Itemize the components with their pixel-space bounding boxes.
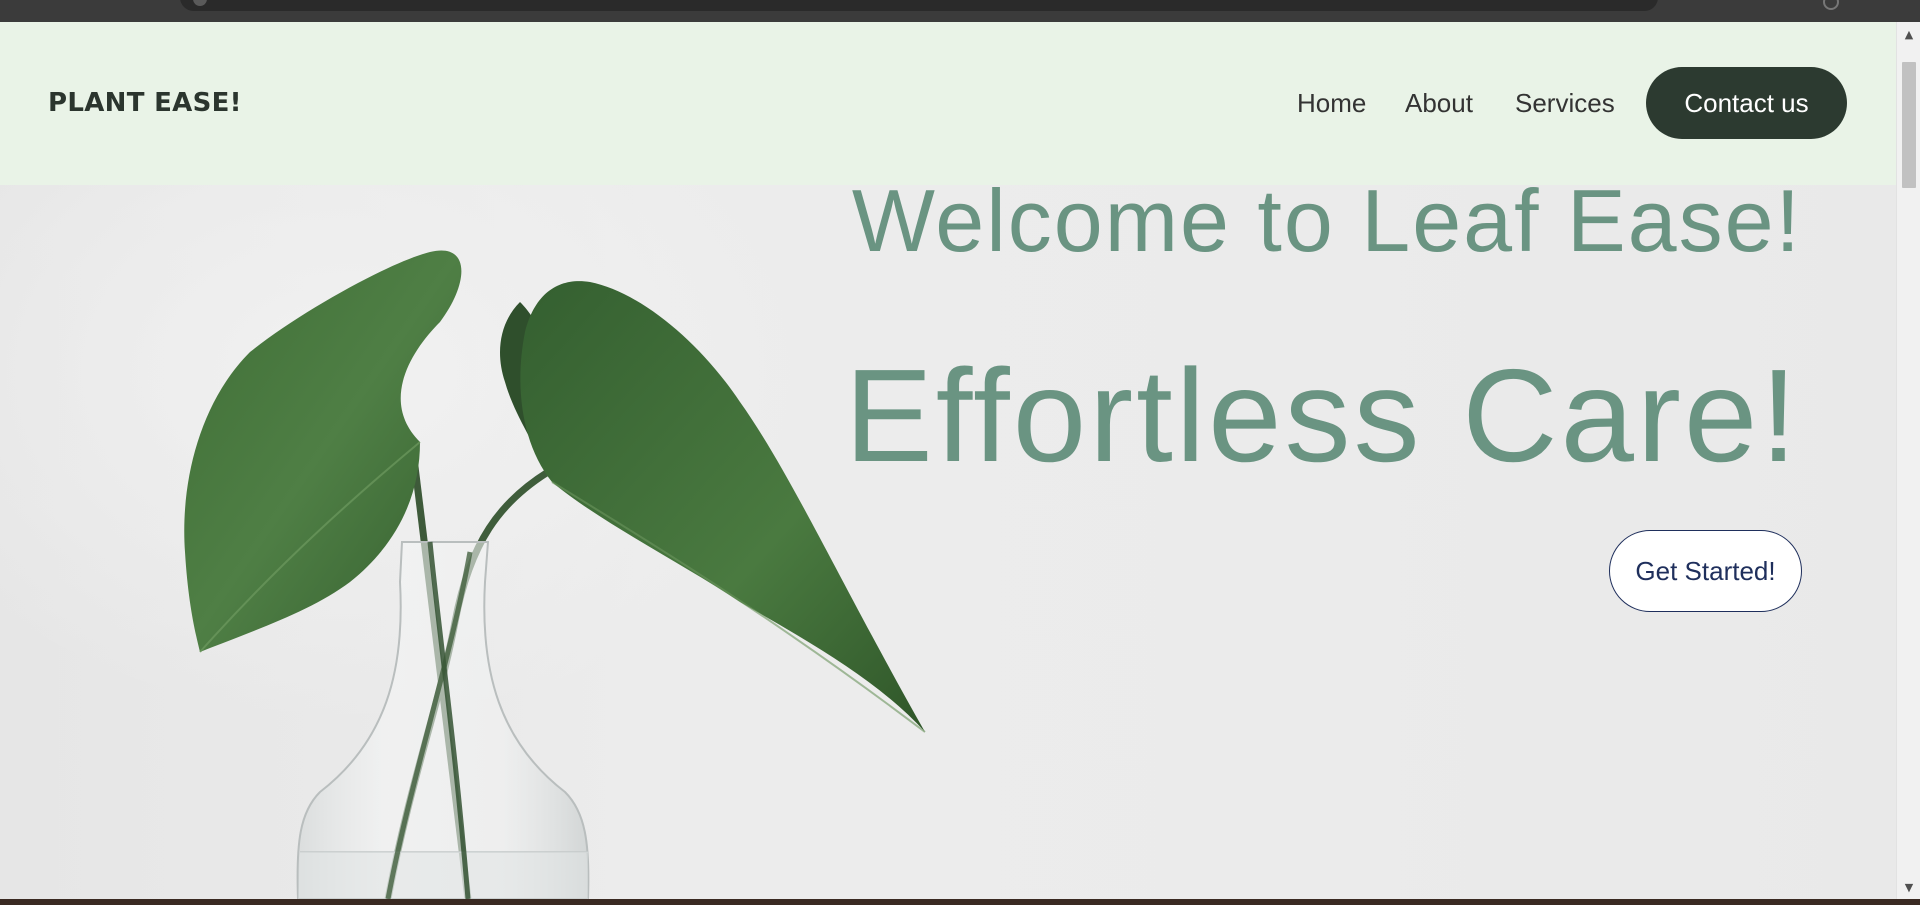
bottom-edge-strip — [0, 899, 1920, 905]
top-navbar: PLANT EASE! Home About Services Contact … — [0, 22, 1896, 185]
browser-top-bar — [0, 0, 1920, 22]
brand-logo[interactable]: PLANT EASE! — [48, 22, 242, 185]
contact-us-button[interactable]: Contact us — [1646, 67, 1847, 139]
profile-icon[interactable] — [1823, 0, 1839, 10]
get-started-button[interactable]: Get Started! — [1609, 530, 1802, 612]
hero-title: Welcome to Leaf Ease! — [851, 171, 1802, 270]
scrollbar-thumb[interactable] — [1902, 62, 1916, 188]
vertical-scrollbar[interactable]: ▲ ▼ — [1896, 22, 1920, 899]
address-bar[interactable] — [180, 0, 1658, 11]
nav-link-services[interactable]: Services — [1515, 22, 1615, 185]
hero-subtitle: Effortless Care! — [844, 342, 1800, 489]
page-viewport: PLANT EASE! Home About Services Contact … — [0, 22, 1896, 899]
scroll-down-arrow-icon[interactable]: ▼ — [1897, 879, 1920, 897]
nav-link-about[interactable]: About — [1405, 22, 1473, 185]
nav-link-home[interactable]: Home — [1297, 22, 1366, 185]
scroll-up-arrow-icon[interactable]: ▲ — [1897, 26, 1920, 44]
